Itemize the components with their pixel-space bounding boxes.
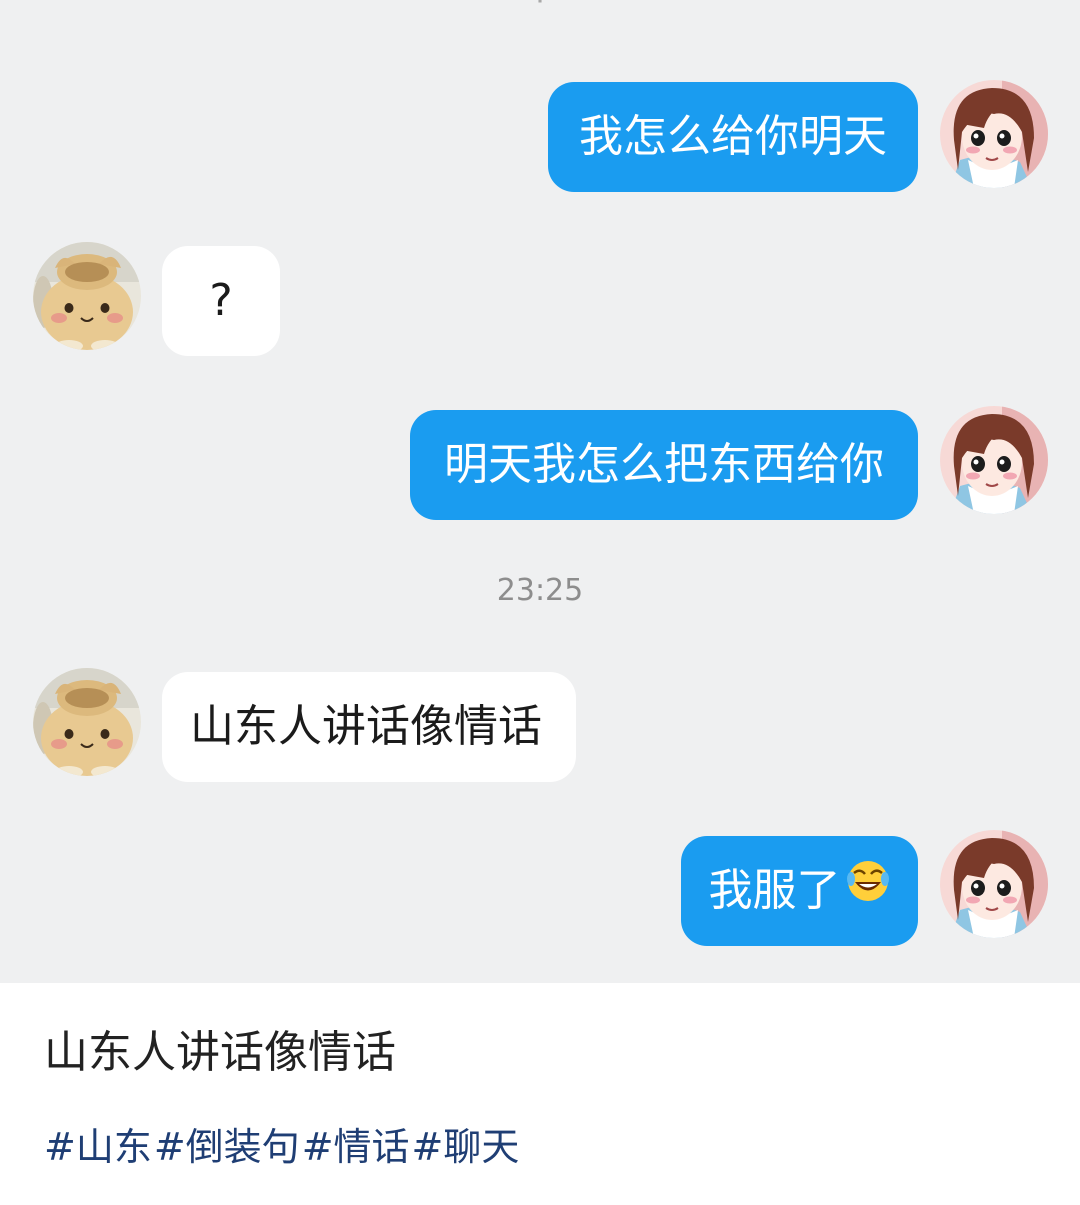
hashtag-link[interactable]: #山东: [44, 1125, 152, 1169]
user-avatar-icon[interactable]: [940, 830, 1048, 938]
message-text: 我服了: [708, 865, 841, 916]
contact-avatar-icon[interactable]: [33, 242, 141, 350]
user-avatar-icon[interactable]: [940, 80, 1048, 188]
post-caption: 山东人讲话像情话 #山东#倒装句#情话#聊天: [0, 983, 1080, 1205]
user-avatar-icon[interactable]: [940, 406, 1048, 514]
incoming-message-bubble[interactable]: 山东人讲话像情话: [162, 672, 576, 782]
laughing-tears-emoji-icon: [845, 834, 891, 944]
hashtag-list: #山东#倒装句#情话#聊天: [44, 1116, 521, 1171]
post-title: 山东人讲话像情话: [44, 1027, 396, 1078]
hashtag-link[interactable]: #情话: [302, 1125, 410, 1169]
contact-avatar-icon[interactable]: [33, 668, 141, 776]
outgoing-message-bubble[interactable]: 我服了: [681, 836, 918, 946]
hashtag-link[interactable]: #聊天: [412, 1125, 520, 1169]
hashtag-link[interactable]: #倒装句: [154, 1125, 300, 1169]
chat-area[interactable]: · 我怎么给你明天 ? 明天我怎么把东西给你 23:25 山东人讲话像情话 我服…: [0, 0, 1080, 983]
outgoing-message-bubble[interactable]: 明天我怎么把东西给你: [410, 410, 918, 520]
timestamp: 23:25: [496, 573, 584, 608]
outgoing-message-bubble[interactable]: 我怎么给你明天: [548, 82, 918, 192]
previous-timestamp-cutoff: ·: [535, 0, 545, 19]
incoming-message-bubble[interactable]: ?: [162, 246, 280, 356]
screenshot: · 我怎么给你明天 ? 明天我怎么把东西给你 23:25 山东人讲话像情话 我服…: [0, 0, 1080, 1205]
